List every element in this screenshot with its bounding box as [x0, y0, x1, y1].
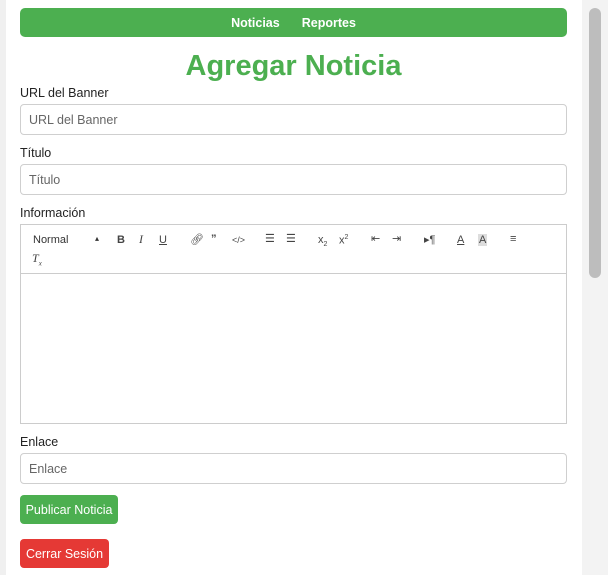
- subscript-icon[interactable]: x2: [318, 234, 327, 251]
- indent-icon[interactable]: ⇥: [392, 233, 401, 245]
- bullet-list-icon[interactable]: ☰: [286, 233, 296, 245]
- banner-url-label: URL del Banner: [20, 86, 109, 100]
- clear-format-icon[interactable]: Tx: [32, 252, 42, 269]
- nav-item-reportes[interactable]: Reportes: [302, 16, 356, 30]
- blockquote-icon[interactable]: ”: [211, 233, 217, 245]
- top-navbar: Noticias Reportes: [20, 8, 567, 37]
- rich-text-editor[interactable]: [20, 274, 567, 424]
- bold-icon[interactable]: B: [117, 234, 125, 246]
- editor-toolbar: [20, 224, 567, 274]
- page-title: Agregar Noticia: [185, 50, 402, 82]
- banner-url-input[interactable]: [20, 104, 567, 135]
- link-label: Enlace: [20, 435, 59, 449]
- rtl-icon[interactable]: ▸¶: [424, 234, 435, 246]
- chevron-updown-icon: ▴: [94, 234, 99, 243]
- align-icon[interactable]: ≡: [510, 233, 516, 245]
- scrollbar-thumb[interactable]: [589, 8, 601, 278]
- logout-button[interactable]: Cerrar Sesión: [20, 539, 109, 568]
- underline-icon[interactable]: U: [159, 234, 167, 246]
- link-input[interactable]: [20, 453, 567, 484]
- format-select[interactable]: Normal ▴: [33, 234, 99, 246]
- publish-button[interactable]: Publicar Noticia: [20, 495, 118, 524]
- link-icon[interactable]: 🔗︎: [190, 234, 204, 246]
- text-color-icon[interactable]: A: [457, 234, 464, 246]
- title-input[interactable]: [20, 164, 567, 195]
- info-label: Información: [20, 206, 86, 220]
- format-select-value: Normal: [33, 234, 69, 246]
- background-color-icon[interactable]: A: [478, 234, 488, 246]
- title-label: Título: [20, 146, 52, 160]
- superscript-icon[interactable]: x2: [339, 232, 348, 247]
- outdent-icon[interactable]: ⇤: [371, 233, 380, 245]
- code-icon[interactable]: </>: [232, 234, 245, 246]
- italic-icon[interactable]: I: [139, 233, 143, 245]
- nav-item-noticias[interactable]: Noticias: [231, 16, 280, 30]
- ordered-list-icon[interactable]: ☰: [265, 233, 275, 245]
